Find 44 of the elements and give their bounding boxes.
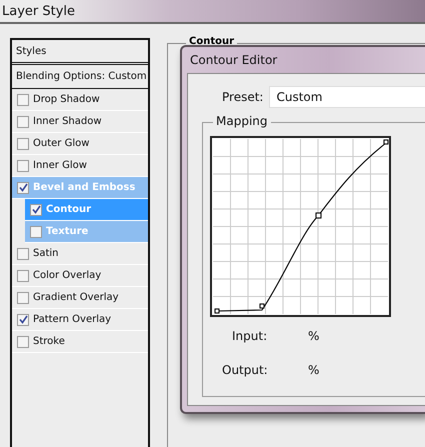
checkbox[interactable] [17,138,29,150]
preset-field[interactable]: Custom [269,86,425,108]
checkbox[interactable] [30,204,42,216]
style-label: Color Overlay [33,270,102,281]
style-item[interactable]: Inner Shadow [12,111,148,133]
checkbox[interactable] [17,94,29,106]
style-item[interactable]: Stroke [12,331,148,353]
style-item[interactable]: Outer Glow [12,133,148,155]
style-item[interactable]: Satin [12,243,148,265]
style-item[interactable]: Color Overlay [12,265,148,287]
checkbox[interactable] [17,248,29,260]
checkbox[interactable] [17,336,29,348]
checkbox[interactable] [17,160,29,172]
style-label: Outer Glow [33,138,90,149]
style-label: Contour [46,204,92,215]
output-unit: % [308,363,320,377]
style-label: Inner Shadow [33,116,102,127]
style-item[interactable]: Pattern Overlay [12,309,148,331]
preset-label: Preset: [222,90,264,104]
output-label: Output: [222,363,268,377]
checkbox[interactable] [17,116,29,128]
checkbox[interactable] [30,226,42,238]
style-label: Pattern Overlay [33,314,112,325]
input-label: Input: [231,329,268,343]
input-unit: % [308,329,320,343]
blending-options-item[interactable]: Blending Options: Custom [12,65,148,89]
style-label: Bevel and Emboss [33,182,136,193]
checkbox[interactable] [17,292,29,304]
style-item[interactable]: Gradient Overlay [12,287,148,309]
window-title: Layer Style [0,0,425,24]
style-label: Gradient Overlay [33,292,119,303]
contour-curve-graph[interactable] [212,138,389,315]
style-label: Satin [33,248,59,259]
mapping-title: Mapping [213,114,270,128]
style-label: Stroke [33,336,65,347]
styles-header[interactable]: Styles [12,40,148,65]
style-item[interactable]: Drop Shadow [12,89,148,111]
checkbox[interactable] [17,270,29,282]
style-label: Texture [46,226,88,237]
checkbox[interactable] [17,182,29,194]
dialog-title: Contour Editor [189,52,278,69]
checkbox[interactable] [17,314,29,326]
style-label: Inner Glow [33,160,87,171]
style-label: Drop Shadow [33,94,100,105]
